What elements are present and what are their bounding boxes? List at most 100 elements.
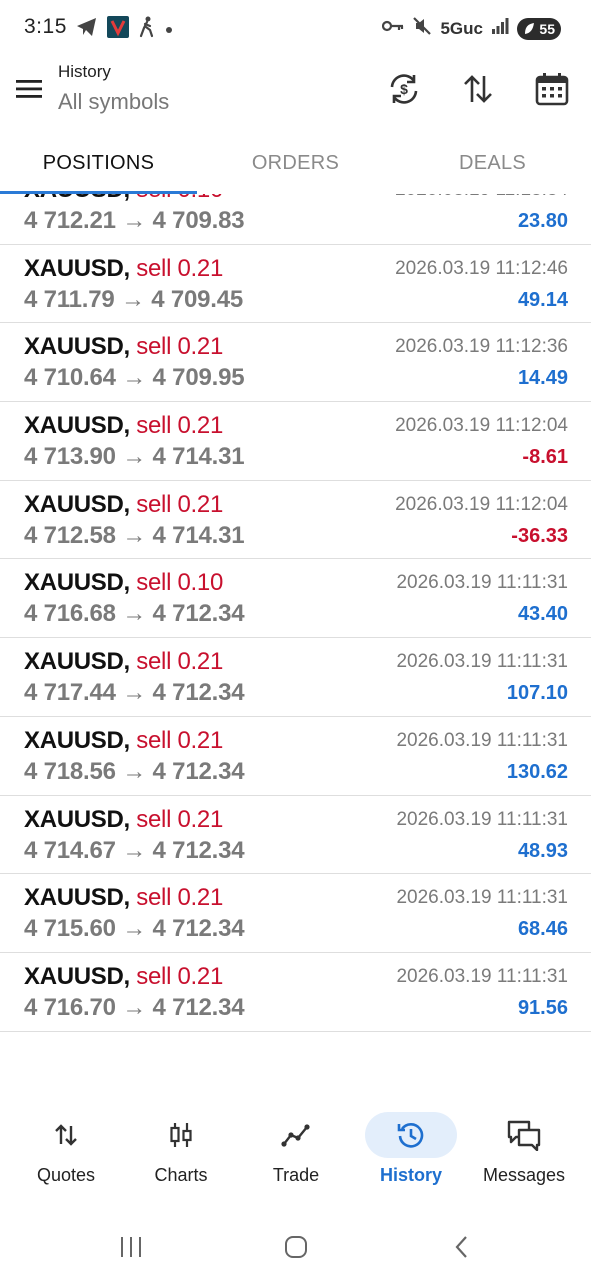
position-row[interactable]: XAUUSD, sell 0.21 4 713.90 → 4 714.31 2026… [0, 402, 591, 481]
sort-icon [464, 75, 492, 103]
profit-value: 23.80 [517, 210, 568, 232]
currency-exchange-icon: $ [390, 74, 418, 104]
symbol-name: XAUUSD, [24, 254, 130, 282]
dot-icon [165, 21, 173, 39]
trade-side-volume: sell 0.21 [136, 412, 223, 440]
tab-deals[interactable]: DEALS [394, 136, 591, 190]
back-icon[interactable] [442, 1232, 482, 1262]
symbol-name: XAUUSD, [24, 194, 130, 203]
close-datetime: 2026.03.19 11:11:31 [396, 887, 568, 909]
symbol-name: XAUUSD, [24, 962, 130, 990]
symbol-name: XAUUSD, [24, 648, 130, 676]
profit-value: 43.40 [517, 603, 568, 626]
open-close-prices: 4 716.68 → 4 712.34 [24, 600, 245, 628]
walking-icon [138, 16, 156, 43]
position-row[interactable]: XAUUSD, sell 0.21 4 717.44 → 4 712.34 2026… [0, 638, 591, 717]
network-type: 5Guc [440, 18, 483, 38]
calendar-icon [535, 73, 569, 106]
position-row[interactable]: XAUUSD, sell 0.21 4 712.58 → 4 714.31 2026… [0, 481, 591, 560]
position-symbol: XAUUSD, sell 0.21 [24, 727, 223, 755]
open-close-prices: 4 718.56 → 4 712.34 [24, 757, 245, 785]
close-datetime: 2026.03.19 11:12:04 [395, 493, 568, 515]
trade-side-volume: sell 0.21 [136, 254, 223, 282]
mute-icon [412, 16, 432, 41]
symbol-filter[interactable]: All symbols [58, 89, 169, 115]
profit-value: 107.10 [506, 682, 568, 705]
nav-history-label: History [379, 1165, 442, 1185]
nav-trade[interactable]: Trade [239, 1112, 353, 1192]
open-close-prices: 4 711.79 → 4 709.45 [24, 285, 244, 313]
position-row[interactable]: XAUUSD, sell 0.21 4 718.56 → 4 712.34 2026… [0, 717, 591, 796]
tab-positions[interactable]: POSITIONS [0, 136, 197, 190]
calendar-button[interactable] [531, 68, 573, 110]
symbol-name: XAUUSD, [24, 490, 130, 518]
profit-value: 49.14 [517, 288, 568, 311]
trade-side-volume: sell 0.10 [136, 194, 223, 203]
position-row[interactable]: XAUUSD, sell 0.10 4 712.21 → 4 709.83 2026… [0, 194, 591, 245]
home-icon[interactable] [276, 1232, 316, 1262]
recent-apps-icon[interactable] [111, 1232, 151, 1262]
positions-list[interactable]: XAUUSD, sell 0.10 4 712.21 → 4 709.83 2026… [0, 194, 591, 1039]
close-datetime: 2026.03.19 11:12:46 [395, 257, 568, 279]
quotes-icon [55, 1124, 77, 1146]
status-left-icons [76, 16, 173, 43]
open-close-prices: 4 715.60 → 4 712.34 [24, 915, 245, 943]
position-symbol: XAUUSD, sell 0.21 [24, 884, 223, 912]
position-symbol: XAUUSD, sell 0.21 [24, 412, 223, 440]
nav-messages[interactable]: Messages [467, 1112, 581, 1192]
symbol-name: XAUUSD, [24, 726, 130, 754]
profit-value: 91.56 [517, 996, 568, 1019]
charts-icon [170, 1123, 192, 1147]
close-datetime: 2026.03.19 11:12:04 [395, 415, 568, 437]
status-time: 3:15 [24, 15, 67, 38]
position-symbol: XAUUSD, sell 0.10 [24, 569, 223, 597]
symbol-name: XAUUSD, [24, 412, 130, 440]
position-row[interactable]: XAUUSD, sell 0.21 4 711.79 → 4 709.45 2026… [0, 245, 591, 324]
trade-side-volume: sell 0.21 [136, 805, 223, 833]
symbol-name: XAUUSD, [24, 333, 130, 361]
position-row[interactable]: XAUUSD, sell 0.21 4 714.67 → 4 712.34 2026… [0, 796, 591, 875]
open-close-prices: 4 713.90 → 4 714.31 [24, 443, 245, 471]
trade-side-volume: sell 0.21 [136, 333, 223, 361]
open-close-prices: 4 716.70 → 4 712.34 [24, 993, 245, 1021]
nav-history[interactable]: History [354, 1112, 468, 1192]
trade-side-volume: sell 0.21 [136, 490, 223, 518]
close-datetime: 2026.03.19 11:12:36 [395, 336, 568, 358]
trade-side-volume: sell 0.21 [136, 726, 223, 754]
position-row[interactable]: XAUUSD, sell 0.21 4 715.60 → 4 712.34 2026… [0, 874, 591, 953]
app-bar: History All symbols $ [0, 56, 591, 128]
system-navigation-bar [0, 1218, 591, 1276]
position-row[interactable]: XAUUSD, sell 0.10 4 716.68 → 4 712.34 2026… [0, 559, 591, 639]
nav-charts[interactable]: Charts [124, 1112, 238, 1192]
close-datetime: 2026.03.19 11:11:31 [396, 965, 568, 987]
position-symbol: XAUUSD, sell 0.21 [24, 806, 223, 834]
symbol-name: XAUUSD, [24, 569, 130, 597]
open-close-prices: 4 717.44 → 4 712.34 [24, 679, 245, 707]
nav-charts-label: Charts [154, 1165, 208, 1185]
trade-side-volume: sell 0.10 [136, 569, 223, 597]
position-row[interactable]: XAUUSD, sell 0.21 4 716.70 → 4 712.34 2026… [0, 953, 591, 1032]
close-datetime: 2026.03.19 11:11:31 [396, 572, 568, 594]
hamburger-menu-icon[interactable] [14, 74, 44, 104]
tab-orders[interactable]: ORDERS [197, 136, 394, 190]
history-icon [397, 1123, 424, 1148]
open-close-prices: 4 712.21 → 4 709.83 [24, 207, 245, 234]
nav-quotes[interactable]: Quotes [9, 1112, 123, 1192]
trade-side-volume: sell 0.21 [136, 962, 223, 990]
position-row[interactable]: XAUUSD, sell 0.21 4 710.64 → 4 709.95 2026… [0, 323, 591, 403]
messages-icon [507, 1120, 541, 1151]
close-datetime: 2026.03.19 11:11:31 [396, 729, 568, 751]
close-datetime: 2026.03.19 11:11:31 [396, 651, 568, 673]
position-symbol: XAUUSD, sell 0.21 [24, 648, 223, 676]
symbol-name: XAUUSD, [24, 884, 130, 912]
position-symbol: XAUUSD, sell 0.21 [24, 491, 223, 519]
trade-side-volume: sell 0.21 [136, 648, 223, 676]
sort-button[interactable] [457, 68, 499, 110]
trade-side-volume: sell 0.21 [136, 884, 223, 912]
svg-text:$: $ [400, 81, 408, 97]
profit-value: 68.46 [517, 918, 568, 941]
profit-value: -8.61 [522, 446, 568, 469]
currency-exchange-button[interactable]: $ [383, 68, 425, 110]
position-symbol: XAUUSD, sell 0.21 [24, 333, 223, 361]
profit-value: 130.62 [506, 760, 568, 783]
